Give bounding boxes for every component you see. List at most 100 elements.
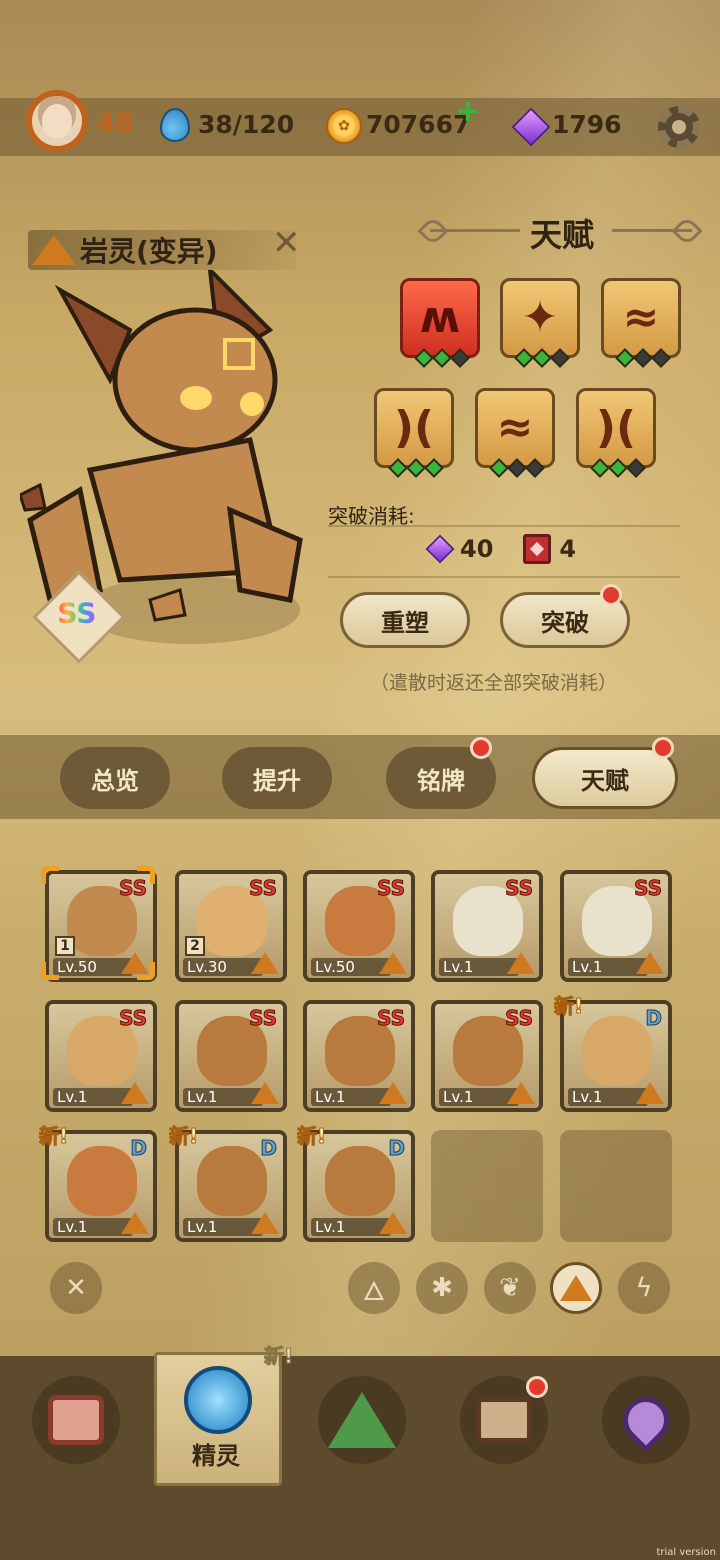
rank-label: SS [119,1006,148,1031]
new-tag: 新! [263,1344,294,1369]
lightning-filter-icon[interactable]: ϟ [618,1262,670,1314]
pip [651,348,671,368]
talent-symbol: )( [393,402,435,453]
reset-button[interactable]: 重塑 [340,592,470,648]
selection-corner [41,962,59,980]
talent-symbol: ʍ [419,292,461,343]
divider [328,525,680,527]
talent-symbol: )( [595,402,637,453]
creature-card-potato[interactable]: SS Lv.30 2 [175,870,287,982]
empty-slot [560,1130,672,1242]
flower-filter-icon[interactable]: ✱ [416,1262,468,1314]
rank-label: SS [377,1006,406,1031]
earth-filter-icon[interactable] [550,1262,602,1314]
rank-label: D [130,1136,148,1161]
pip [450,348,470,368]
selection-corner [41,866,59,884]
talent-level-pips [414,348,470,368]
talent-wave-icon[interactable]: ≈ [601,278,681,368]
pip [626,458,646,478]
talent-fang-icon[interactable]: ʍ [400,278,480,368]
settings-gear-icon[interactable] [658,106,700,148]
clear-filter-close-icon[interactable]: ✕ [50,1262,102,1314]
talent-sparkle-icon[interactable]: ✦ [500,278,580,368]
player-avatar[interactable] [26,90,88,152]
earth-element-icon [636,1082,664,1104]
rank-label: SS [377,876,406,901]
gem-cost: 40 [460,535,494,563]
selection-corner [137,866,155,884]
avatar-face [42,104,72,138]
ornament-end-right [671,215,703,247]
rank-label: SS [634,876,663,901]
talent-level-pips [489,458,545,478]
notification-dot [470,737,492,759]
new-tag: 新! [38,1124,69,1149]
creature-card-dragon[interactable]: SS Lv.1 [303,1000,415,1112]
ornament-end-left [417,215,449,247]
tab-upgrade[interactable]: 提升 [222,747,332,809]
divider [328,576,680,578]
pip [514,348,534,368]
add-coin-button[interactable]: + [455,94,480,129]
tab-overview[interactable]: 总览 [60,747,170,809]
nav-mountain-icon[interactable] [318,1376,406,1464]
new-tag: 新! [296,1124,327,1149]
earth-element-icon [251,1082,279,1104]
creature-card-dragon[interactable]: SS Lv.1 [175,1000,287,1112]
pip [633,348,653,368]
pip [615,348,635,368]
watermark: trial version [656,1547,716,1558]
game-screen: 48 38/120 ✿ 707667 + 1796 岩灵(变异) ✕ SS 天赋… [0,0,720,1560]
earth-element-icon [379,1082,407,1104]
nav-map-pin-icon[interactable] [602,1376,690,1464]
talent-wave-icon[interactable]: ≈ [475,388,555,478]
rank-label: D [260,1136,278,1161]
creature-card-dog[interactable]: SS Lv.50 [303,870,415,982]
earth-element-icon [251,1212,279,1234]
creature-portrait [325,1146,395,1216]
talent-title: 天赋 [530,216,595,254]
rank-label: SS [505,1006,534,1031]
rank-label: SS [249,876,278,901]
pip [432,348,452,368]
new-tag: 新! [168,1124,199,1149]
energy-count: 38/120 [198,110,295,139]
selection-corner [137,962,155,980]
fire-filter-icon[interactable]: 🜂 [348,1262,400,1314]
rank-label: D [388,1136,406,1161]
creature-card-skull[interactable]: SS Lv.1 [560,870,672,982]
gem-icon [511,107,551,147]
creature-portrait [197,1146,267,1216]
talent-book-icon [523,534,552,564]
gem-count: 1796 [552,110,622,139]
earth-element-icon [32,235,76,265]
talent-level-pips [615,348,671,368]
creature-portrait [582,1016,652,1086]
creature-card-skull[interactable]: SS Lv.1 [431,870,543,982]
earth-element-icon [507,952,535,974]
nav-spirit-icon[interactable] [184,1366,252,1434]
energy-drop-icon [160,108,190,142]
earth-element-icon [121,1082,149,1104]
earth-element-icon [507,1082,535,1104]
close-icon[interactable]: ✕ [272,226,302,260]
creature-card-dragon[interactable]: SS Lv.1 [431,1000,543,1112]
leaf-filter-icon[interactable]: ❦ [484,1262,536,1314]
earth-element-icon [379,952,407,974]
pip [608,458,628,478]
creature-card-blob[interactable]: SS Lv.1 [45,1000,157,1112]
notification-dot [526,1376,548,1398]
talent-crescent-icon[interactable]: )( [576,388,656,478]
pip [550,348,570,368]
rank-label: SS [249,1006,278,1031]
team-slot-number: 2 [185,936,205,956]
talent-crescent-icon[interactable]: )( [374,388,454,478]
team-slot-number: 1 [55,936,75,956]
pip [388,458,408,478]
gem-icon [425,534,455,564]
pip [414,348,434,368]
new-tag: 新! [553,994,584,1019]
book-cost: 4 [559,535,577,563]
nav-battle-icon[interactable] [32,1376,120,1464]
